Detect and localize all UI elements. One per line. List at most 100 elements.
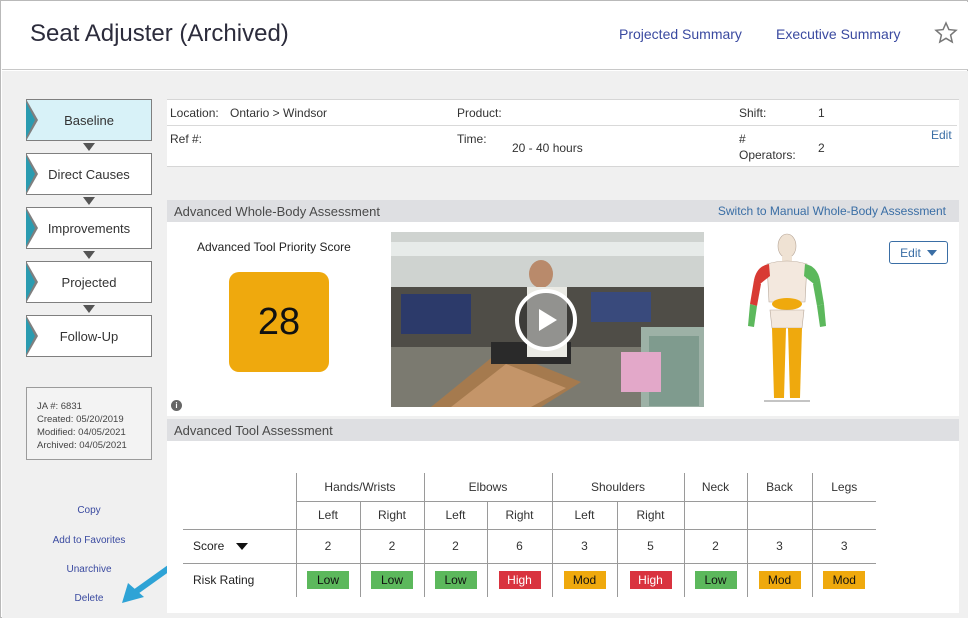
col-group-neck: Neck — [683, 473, 747, 502]
step-arrow-icon — [83, 251, 95, 259]
switch-manual-assessment-link[interactable]: Switch to Manual Whole-Body Assessment — [718, 204, 946, 218]
tool-assessment-title: Advanced Tool Assessment — [174, 423, 333, 438]
col-shoulders-left: Left — [551, 501, 617, 530]
operators-value: 2 — [818, 141, 825, 155]
col-hands-right: Right — [359, 501, 424, 530]
score-row-header[interactable]: Score — [183, 529, 296, 564]
step-direct-causes[interactable]: Direct Causes — [26, 153, 152, 195]
add-to-favorites-link[interactable]: Add to Favorites — [26, 535, 152, 546]
rating-cell: Low — [359, 563, 424, 597]
step-arrow-icon — [83, 143, 95, 151]
rating-cell: Low — [423, 563, 487, 597]
info-icon[interactable]: i — [171, 400, 182, 411]
risk-badge-mod: Mod — [758, 571, 801, 590]
risk-badge-mod: Mod — [563, 571, 606, 590]
play-triangle-icon — [539, 309, 557, 331]
edit-info-link[interactable]: Edit — [931, 128, 952, 142]
score-cell: 2 — [423, 529, 487, 564]
projected-summary-link[interactable]: Projected Summary — [619, 26, 742, 42]
job-info-panel: Location: Ontario > Windsor Product: Shi… — [167, 99, 959, 167]
time-label: Time: — [457, 132, 487, 146]
step-follow-up[interactable]: Follow-Up — [26, 315, 152, 357]
shift-label: Shift: — [739, 106, 767, 120]
sort-down-icon[interactable] — [236, 543, 249, 551]
executive-summary-link[interactable]: Executive Summary — [776, 26, 900, 42]
step-baseline[interactable]: Baseline — [26, 99, 152, 141]
col-group-legs: Legs — [811, 473, 876, 502]
step-improvements[interactable]: Improvements — [26, 207, 152, 249]
step-label: Baseline — [64, 112, 114, 128]
rating-cell: High — [616, 563, 684, 597]
rating-cell: Mod — [551, 563, 617, 597]
risk-badge-low: Low — [694, 571, 737, 590]
risk-rating-row: Risk Rating Low Low Low High Mod High Lo… — [183, 563, 876, 597]
col-back — [746, 501, 812, 530]
whole-body-title: Advanced Whole-Body Assessment — [174, 204, 380, 219]
score-cell: 2 — [295, 529, 360, 564]
page-header: Seat Adjuster (Archived) Projected Summa… — [2, 2, 968, 70]
modified-date: Modified: 04/05/2021 — [37, 427, 126, 438]
operators-label: Operators: — [739, 148, 796, 162]
score-label: Score — [193, 539, 225, 553]
video-player[interactable] — [391, 232, 704, 407]
table-corner — [183, 473, 296, 501]
col-group-elbows: Elbows — [423, 473, 552, 502]
whole-body-edit-button[interactable]: Edit — [889, 241, 948, 264]
col-group-shoulders: Shoulders — [551, 473, 684, 502]
assessment-table: Hands/Wrists Elbows Shoulders Neck Back … — [183, 473, 876, 597]
score-cell: 2 — [683, 529, 747, 564]
table-corner-sub — [183, 501, 296, 530]
shift-value: 1 — [818, 106, 825, 120]
ref-label: Ref #: — [170, 132, 203, 146]
risk-badge-mod: Mod — [823, 571, 866, 590]
whole-body-card: Advanced Tool Priority Score 28 i Edit — [167, 222, 959, 416]
risk-rating-label: Risk Rating — [193, 573, 255, 588]
location-value: Ontario > Windsor — [230, 106, 328, 120]
rating-cell: Low — [683, 563, 747, 597]
location-label: Location: — [170, 106, 219, 120]
col-elbows-left: Left — [423, 501, 487, 530]
score-row: Score 2 2 2 6 3 5 2 3 3 — [183, 529, 876, 564]
whole-body-section-header: Advanced Whole-Body Assessment Switch to… — [167, 200, 959, 222]
tool-assessment-section-header: Advanced Tool Assessment — [167, 419, 959, 441]
col-legs — [811, 501, 876, 530]
step-arrow-icon — [83, 197, 95, 205]
col-hands-left: Left — [295, 501, 360, 530]
job-meta-box: JA #: 6831 Created: 05/20/2019 Modified:… — [26, 387, 152, 460]
rating-cell: Low — [295, 563, 360, 597]
star-icon[interactable] — [934, 21, 958, 45]
risk-badge-low: Low — [434, 571, 477, 590]
play-icon[interactable] — [515, 289, 577, 351]
risk-badge-low: Low — [371, 571, 413, 590]
created-date: Created: 05/20/2019 — [37, 414, 124, 425]
archived-date: Archived: 04/05/2021 — [37, 440, 127, 451]
time-value: 20 - 40 hours — [512, 141, 583, 155]
caret-down-icon — [926, 249, 937, 256]
score-cell: 6 — [486, 529, 552, 564]
job-number: JA #: 6831 — [37, 401, 82, 412]
priority-score-badge: 28 — [229, 272, 329, 372]
score-cell: 5 — [616, 529, 684, 564]
step-label: Follow-Up — [59, 328, 119, 344]
score-cell: 3 — [811, 529, 876, 564]
body-heatmap-figure — [748, 233, 826, 402]
info-divider — [167, 125, 957, 126]
col-group-hands-wrists: Hands/Wrists — [295, 473, 424, 502]
risk-badge-low: Low — [307, 571, 349, 590]
score-cell: 3 — [746, 529, 812, 564]
score-cell: 3 — [551, 529, 617, 564]
rating-cell: High — [486, 563, 552, 597]
content-area: Baseline Direct Causes Improvements Proj… — [2, 71, 968, 618]
step-label: Projected — [61, 274, 117, 290]
step-projected[interactable]: Projected — [26, 261, 152, 303]
table-header-row: Hands/Wrists Elbows Shoulders Neck Back … — [183, 473, 876, 502]
product-label: Product: — [457, 106, 502, 120]
risk-badge-high: High — [629, 571, 672, 590]
priority-score-value: 28 — [257, 300, 301, 343]
page-title: Seat Adjuster (Archived) — [30, 20, 289, 47]
rating-cell: Mod — [746, 563, 812, 597]
copy-link[interactable]: Copy — [26, 505, 152, 516]
workflow-steps: Baseline Direct Causes Improvements Proj… — [26, 99, 152, 357]
step-label: Improvements — [47, 220, 131, 236]
col-group-back: Back — [746, 473, 812, 502]
